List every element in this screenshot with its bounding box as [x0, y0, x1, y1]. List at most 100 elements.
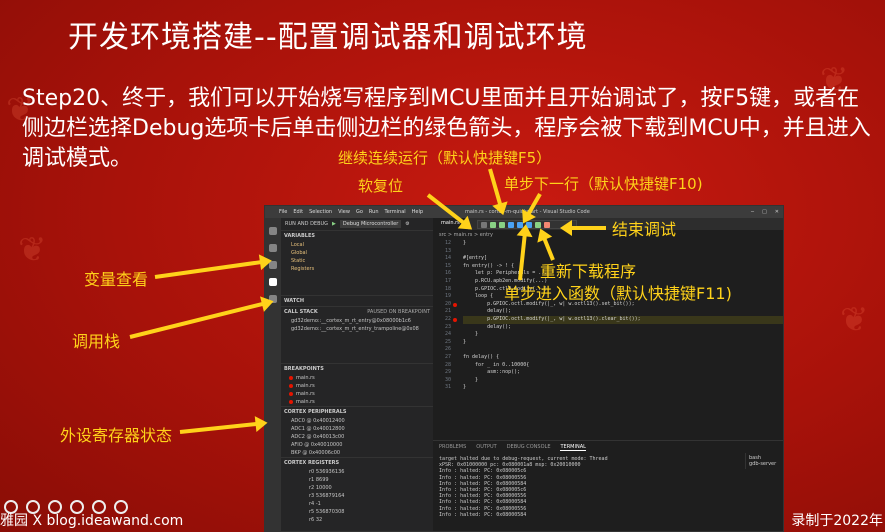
line-number[interactable]: 17	[437, 278, 451, 284]
search-icon[interactable]	[269, 244, 277, 252]
breakpoints-header[interactable]: BREAKPOINTS	[281, 363, 433, 374]
code-line[interactable]: 29 asm::nop();	[445, 369, 783, 377]
line-number[interactable]: 26	[437, 346, 451, 352]
line-number[interactable]: 20	[437, 301, 451, 307]
line-number[interactable]: 29	[437, 369, 451, 375]
register-item[interactable]: r1 8699	[281, 476, 433, 484]
line-number[interactable]: 18	[437, 286, 451, 292]
code-line[interactable]: 13	[445, 248, 783, 256]
restart-icon[interactable]	[535, 221, 541, 228]
callstack-frame[interactable]: gd32demo::__cortex_m_rt_entry_trampoline…	[281, 325, 433, 333]
code-text: delay();	[463, 308, 512, 315]
line-number[interactable]: 27	[437, 354, 451, 360]
breadcrumb: src > main.rs > entry	[439, 232, 493, 238]
line-number[interactable]: 24	[437, 331, 451, 337]
menu-file[interactable]: File	[279, 209, 287, 215]
register-item[interactable]: r0 536936136	[281, 468, 433, 476]
register-item[interactable]: r3 536879164	[281, 492, 433, 500]
line-number[interactable]: 19	[437, 293, 451, 299]
peripheral-item[interactable]: ADC1 @ 0x40012800	[281, 425, 433, 433]
annotation-restart: 重新下载程序	[540, 262, 637, 281]
line-number[interactable]: 30	[437, 377, 451, 383]
code-text: p.GPIOC.octl.modify(|_, w| w.octl13().cl…	[463, 315, 641, 322]
callstack-frame[interactable]: gd32demo::__cortex_m_rt_entry@0x08000b1c…	[281, 317, 433, 325]
watch-header[interactable]: WATCH	[281, 295, 433, 306]
minimize-icon[interactable]: ─	[751, 209, 754, 215]
peripherals-header[interactable]: CORTEX PERIPHERALS	[281, 406, 433, 417]
line-number[interactable]: 15	[437, 263, 451, 269]
breakpoint-item[interactable]: main.rs	[281, 382, 433, 390]
breakpoint-item[interactable]: main.rs	[281, 398, 433, 406]
code-text: }	[463, 240, 467, 246]
peripheral-item[interactable]: AFIO @ 0x40010000	[281, 441, 433, 449]
breakpoint-icon[interactable]	[453, 302, 457, 307]
breakpoint-item[interactable]: main.rs	[281, 390, 433, 398]
menu-run[interactable]: Run	[369, 209, 379, 215]
menu-go[interactable]: Go	[356, 209, 363, 215]
menu-selection[interactable]: Selection	[309, 209, 332, 215]
line-number[interactable]: 12	[437, 240, 451, 246]
line-number[interactable]: 14	[437, 255, 451, 261]
menu-view[interactable]: View	[338, 209, 350, 215]
step-over-icon[interactable]	[508, 221, 514, 228]
close-icon[interactable]: ✕	[775, 209, 779, 215]
menu-edit[interactable]: Edit	[293, 209, 303, 215]
code-line[interactable]: 31}	[445, 384, 783, 392]
code-line[interactable]: 23 delay();	[445, 323, 783, 332]
variables-static[interactable]: Static	[281, 257, 433, 265]
tab-debug-console[interactable]: DEBUG CONSOLE	[507, 444, 551, 451]
line-number[interactable]: 31	[437, 384, 451, 390]
line-number[interactable]: 25	[437, 339, 451, 345]
gear-icon[interactable]: ⚙	[405, 221, 409, 227]
tab-problems[interactable]: PROBLEMS	[439, 444, 466, 451]
line-number[interactable]: 23	[437, 324, 451, 330]
variables-registers[interactable]: Registers	[281, 265, 433, 273]
code-line[interactable]: 12}	[445, 240, 783, 248]
code-line[interactable]: 28 for _ in 0..10000{	[445, 362, 783, 370]
code-line[interactable]: 30 }	[445, 377, 783, 385]
variables-global[interactable]: Global	[281, 249, 433, 257]
register-item[interactable]: r6 32	[281, 516, 433, 524]
code-line[interactable]: 26	[445, 346, 783, 354]
code-text: }	[463, 338, 467, 345]
registers-header[interactable]: CORTEX REGISTERS	[281, 457, 433, 468]
peripheral-item[interactable]: BKP @ 0x40006c00	[281, 449, 433, 457]
explorer-icon[interactable]	[269, 227, 277, 235]
debug-config-select[interactable]: Debug Microcontroller	[339, 220, 402, 228]
menu-terminal[interactable]: Terminal	[385, 209, 406, 215]
run-debug-icon[interactable]	[269, 278, 277, 286]
breakpoint-item[interactable]: main.rs	[281, 374, 433, 382]
code-line[interactable]: 27 fn delay() {	[445, 354, 783, 362]
menu-help[interactable]: Help	[412, 209, 423, 215]
code-text: delay();	[463, 323, 512, 330]
terminal-output[interactable]: target halted due to debug-request, curr…	[433, 454, 783, 520]
register-item[interactable]: r2 10000	[281, 484, 433, 492]
line-number[interactable]: 22	[437, 316, 451, 322]
code-line[interactable]: 21 delay();	[445, 308, 783, 316]
peripheral-item[interactable]: ADC2 @ 0x40013c00	[281, 433, 433, 441]
reset-icon[interactable]	[499, 221, 505, 228]
variables-local[interactable]: Local	[281, 241, 433, 249]
drag-handle-icon[interactable]	[481, 221, 487, 228]
line-number[interactable]: 21	[437, 308, 451, 314]
tab-terminal[interactable]: TERMINAL	[560, 444, 586, 451]
variables-header[interactable]: VARIABLES	[281, 230, 433, 241]
start-debug-icon[interactable]: ▶	[332, 221, 336, 227]
register-item[interactable]: r4 -1	[281, 500, 433, 508]
tab-output[interactable]: OUTPUT	[476, 444, 496, 451]
line-number[interactable]: 13	[437, 248, 451, 254]
line-number[interactable]: 16	[437, 270, 451, 276]
code-line[interactable]: 24 }	[445, 331, 783, 339]
line-number[interactable]: 28	[437, 362, 451, 368]
breakpoint-icon[interactable]	[453, 317, 457, 322]
peripheral-item[interactable]: ADC0 @ 0x40012400	[281, 417, 433, 425]
terminal-item[interactable]: gdb-server	[749, 461, 780, 467]
continue-icon[interactable]	[490, 221, 496, 228]
code-line[interactable]: 25}	[445, 338, 783, 347]
menu-bar: File Edit Selection View Go Run Terminal…	[265, 209, 423, 215]
register-item[interactable]: r5 536870308	[281, 508, 433, 516]
code-line[interactable]: 22 p.GPIOC.octl.modify(|_, w| w.octl13()…	[445, 315, 783, 324]
callstack-header[interactable]: CALL STACK PAUSED ON BREAKPOINT	[281, 306, 433, 317]
maximize-icon[interactable]: □	[762, 209, 767, 215]
code-text: }	[463, 331, 479, 338]
